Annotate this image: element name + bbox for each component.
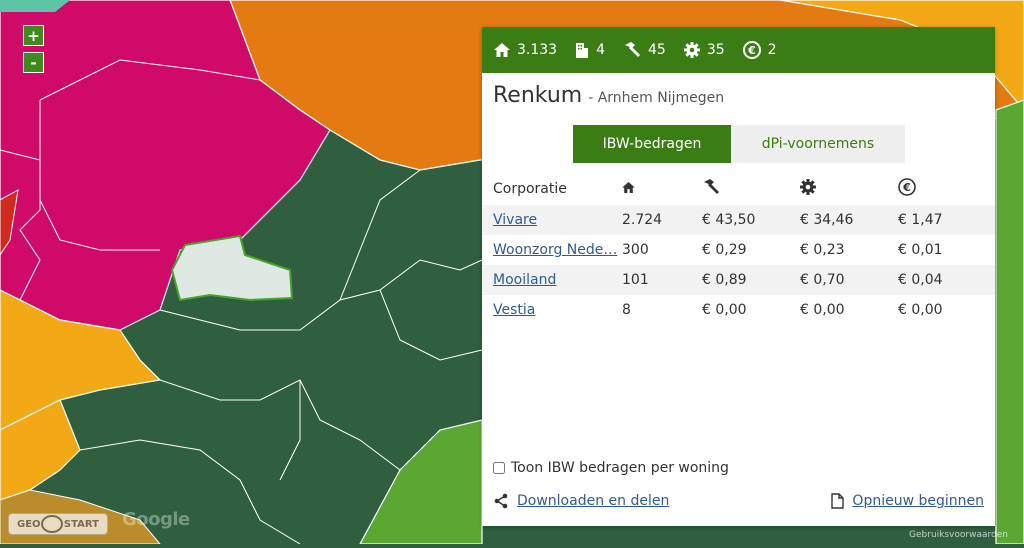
stat-homes: 3.133: [494, 42, 557, 58]
download-share-link[interactable]: Downloaden en delen: [493, 493, 669, 509]
table-row: Woonzorg Nede… 300 € 0,29 € 0,23 € 0,01: [482, 235, 995, 265]
table-row: Vivare 2.724 € 43,50 € 34,46 € 1,47: [482, 205, 995, 235]
corporation-link[interactable]: Vivare: [493, 212, 537, 228]
stat-euro: € 2: [742, 41, 777, 59]
zoom-out-button[interactable]: -: [23, 52, 44, 73]
table-row: Vestia 8 € 0,00 € 0,00 € 0,00: [482, 295, 995, 325]
cell-euro: € 0,00: [898, 302, 943, 318]
svg-text:€: €: [747, 44, 756, 57]
page-subtitle: - Arnhem Nijmegen: [588, 90, 725, 106]
home-icon: [494, 43, 510, 57]
ibw-per-home-toggle[interactable]: Toon IBW bedragen per woning: [493, 460, 729, 476]
euro-icon: €: [742, 41, 761, 59]
hammer-icon: [704, 179, 719, 194]
cell-gear: € 34,46: [800, 205, 898, 235]
cell-hammer: € 0,89: [702, 265, 800, 295]
ibw-per-home-checkbox[interactable]: [493, 462, 505, 474]
gear-icon: [683, 42, 700, 58]
svg-text:€: €: [902, 181, 911, 194]
cell-hammer: € 0,29: [702, 242, 747, 258]
restart-link[interactable]: Opnieuw beginnen: [831, 493, 984, 509]
hammer-icon: [625, 42, 641, 57]
euro-icon: €: [898, 178, 916, 196]
cell-gear: € 0,23: [800, 242, 845, 258]
download-share-label[interactable]: Downloaden en delen: [517, 493, 669, 509]
document-icon: [831, 493, 845, 509]
stat-buildings-value: 4: [596, 42, 606, 58]
stat-hammer: 45: [623, 42, 666, 58]
cell-homes: 101: [622, 265, 702, 295]
gear-icon: [800, 179, 816, 195]
cell-homes: 300: [622, 242, 649, 258]
building-icon: [576, 43, 589, 58]
corporation-link[interactable]: Woonzorg Nede…: [493, 242, 617, 258]
share-icon: [494, 493, 508, 509]
column-header-corporatie: Corporatie: [493, 181, 567, 197]
cell-hammer: € 0,00: [702, 302, 747, 318]
tab-dpi-voornemens[interactable]: dPi-voornemens: [731, 125, 905, 163]
google-logo: Google: [122, 509, 190, 530]
table-row: Mooiland 101 € 0,89 € 0,70 € 0,04: [482, 265, 995, 295]
table-header-row: Corporatie €: [482, 173, 995, 205]
stat-homes-value: 3.133: [517, 42, 558, 58]
geostart-logo: GEO START: [8, 513, 108, 535]
terms-link[interactable]: Gebruiksvoorwaarden: [909, 530, 1008, 540]
info-panel: 3.133 4 45 35 € 2 Renkum - Arnhem Nijmeg…: [482, 27, 995, 526]
stat-gear-value: 35: [706, 42, 725, 58]
stat-gear: 35: [683, 42, 725, 58]
cell-euro: € 0,04: [898, 265, 995, 295]
column-header-euro: €: [898, 173, 995, 205]
logo-text-start: START: [63, 518, 99, 530]
ibw-per-home-label: Toon IBW bedragen per woning: [511, 460, 729, 476]
tab-ibw-bedragen[interactable]: IBW-bedragen: [573, 125, 731, 163]
tab-bar: IBW-bedragen dPi-voornemens: [573, 125, 905, 163]
cell-euro: € 0,01: [898, 242, 943, 258]
stat-buildings: 4: [575, 42, 605, 58]
cell-gear: € 0,00: [800, 302, 845, 318]
cell-gear: € 0,70: [800, 265, 898, 295]
cell-homes: 8: [622, 302, 631, 318]
column-header-hammer: [702, 173, 800, 205]
corporation-link[interactable]: Mooiland: [493, 272, 556, 288]
corporations-table: Corporatie € Vivare 2.724 € 43,50 € 34,4…: [482, 173, 995, 325]
title-row: Renkum - Arnhem Nijmegen: [493, 83, 724, 108]
stat-hammer-value: 45: [648, 42, 666, 58]
cell-euro: € 1,47: [898, 205, 995, 235]
restart-label[interactable]: Opnieuw beginnen: [852, 493, 984, 509]
zoom-in-button[interactable]: +: [23, 25, 44, 46]
page-title: Renkum: [493, 83, 583, 108]
globe-icon: [41, 515, 64, 533]
logo-text-geo: GEO: [17, 518, 41, 530]
cell-homes: 2.724: [622, 205, 702, 235]
stats-bar: 3.133 4 45 35 € 2: [482, 27, 995, 73]
column-header-homes: [622, 173, 702, 205]
stat-euro-value: 2: [767, 42, 777, 58]
column-header-gear: [800, 173, 898, 205]
cell-hammer: € 43,50: [702, 205, 800, 235]
corporation-link[interactable]: Vestia: [493, 302, 535, 318]
home-icon: [622, 182, 635, 193]
